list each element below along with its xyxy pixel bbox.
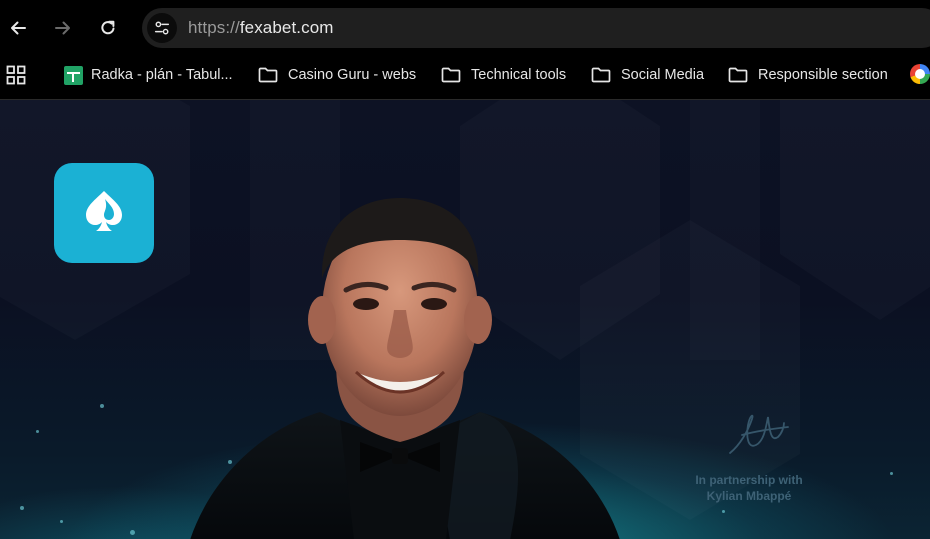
sparkle (890, 472, 893, 475)
folder-icon (591, 67, 611, 83)
bookmark-label: Radka - plán - Tabul... (91, 67, 233, 83)
bookmark-technical-tools[interactable]: Technical tools (441, 65, 566, 85)
bookmarks-bar: Radka - plán - Tabul... Casino Guru - we… (0, 57, 930, 100)
url-text[interactable]: https://fexabet.com (188, 18, 334, 38)
sheets-icon (64, 65, 83, 85)
site-info-button[interactable] (147, 13, 177, 43)
sparkle (20, 506, 24, 510)
partnership-line1: In partnership with (695, 473, 803, 487)
sparkle (36, 430, 39, 433)
arrow-right-icon (55, 21, 70, 35)
browser-toolbar: https://fexabet.com (0, 0, 930, 57)
bookmark-social-media[interactable]: Social Media (591, 65, 704, 85)
apps-grid-icon[interactable] (6, 65, 26, 85)
sparkle (100, 404, 104, 408)
reload-icon (101, 20, 115, 35)
url-scheme: https:// (188, 18, 240, 37)
fexabet-logo[interactable] (54, 163, 154, 263)
folder-icon (728, 67, 748, 83)
sparkle (722, 510, 725, 513)
bookmark-label: Casino Guru - webs (288, 67, 417, 83)
forward-button[interactable] (46, 11, 80, 45)
spade-flame-icon (86, 191, 122, 231)
bookmark-label: Responsible section (758, 67, 888, 83)
partnership-text: In partnership with Kylian Mbappé (690, 472, 808, 504)
url-host: fexabet.com (239, 18, 334, 37)
bookmark-radka-plan[interactable]: Radka - plán - Tabul... (64, 65, 233, 85)
bookmark-label: Social Media (621, 67, 705, 83)
hero-banner: In partnership with Kylian Mbappé (0, 100, 930, 539)
background-hexagon (780, 100, 930, 320)
address-bar[interactable]: https://fexabet.com (142, 8, 930, 48)
bookmark-casino-guru-webs[interactable]: Casino Guru - webs (258, 65, 416, 85)
bookmark-label: Technical tools (471, 67, 567, 83)
bookmark-responsible-section[interactable]: Responsible section (728, 65, 888, 85)
back-button[interactable] (1, 11, 35, 45)
partnership-line2: Kylian Mbappé (706, 489, 792, 503)
tune-icon (154, 21, 170, 35)
sparkle (130, 530, 135, 535)
sparkle (60, 520, 63, 523)
signature-graphic (729, 414, 789, 454)
google-bookmark-icon[interactable] (910, 64, 930, 84)
ambassador-portrait (190, 198, 620, 539)
folder-icon (258, 67, 278, 83)
arrow-left-icon (11, 21, 26, 35)
background-pillar (690, 100, 760, 360)
folder-icon (441, 67, 461, 83)
reload-button[interactable] (91, 11, 125, 45)
